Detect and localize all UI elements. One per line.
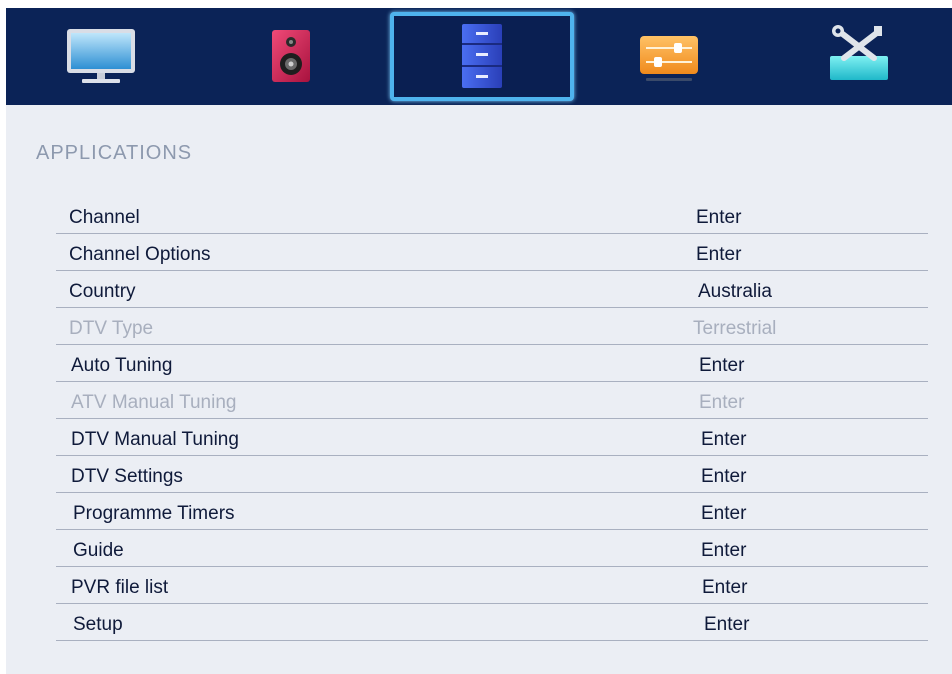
sliders-icon [636,26,702,88]
menu-item-value: Enter [699,355,745,376]
menu-panel: APPLICATIONS Channel Enter Channel Optio… [6,105,952,674]
menu-item-channel[interactable]: Channel Enter [56,197,928,234]
tab-settings[interactable] [574,8,764,105]
speaker-icon [268,26,314,88]
menu-item-label: PVR file list [71,577,169,598]
cabinet-drawers-icon [454,22,510,92]
menu-item-label: Guide [73,540,124,561]
menu-item-value: Terrestrial [693,318,777,339]
menu-item-label: DTV Type [69,318,154,339]
tools-icon [824,22,894,92]
menu-item-label: Auto Tuning [71,355,173,376]
menu-item-programme-timers[interactable]: Programme Timers Enter [56,493,928,530]
menu-item-value: Enter [701,429,747,450]
tab-sound[interactable] [196,8,386,105]
category-tab-bar [6,8,952,105]
page-title: APPLICATIONS [36,142,193,164]
menu-item-dtv-settings[interactable]: DTV Settings Enter [56,456,928,493]
menu-item-label: DTV Settings [71,466,183,487]
menu-item-label: Setup [73,614,123,635]
tab-applications[interactable] [390,12,574,101]
menu-item-atv-manual-tuning: ATV Manual Tuning Enter [56,382,928,419]
tab-picture[interactable] [6,8,196,105]
menu-item-value: Enter [704,614,750,635]
menu-item-label: Channel Options [69,244,211,265]
menu-item-auto-tuning[interactable]: Auto Tuning Enter [56,345,928,382]
menu-item-value: Enter [701,540,747,561]
menu-item-label: Country [69,281,136,302]
menu-item-value: Enter [701,466,747,487]
menu-item-label: ATV Manual Tuning [71,392,237,413]
menu-item-value: Enter [696,207,742,228]
menu-item-setup[interactable]: Setup Enter [56,604,928,641]
tab-tools[interactable] [764,8,952,105]
menu-item-country[interactable]: Country Australia [56,271,928,308]
menu-item-value: Australia [698,281,772,302]
tv-monitor-icon [64,26,138,88]
menu-item-label: Programme Timers [73,503,235,524]
menu-item-label: DTV Manual Tuning [71,429,239,450]
menu-item-channel-options[interactable]: Channel Options Enter [56,234,928,271]
menu-item-guide[interactable]: Guide Enter [56,530,928,567]
menu-item-dtv-manual-tuning[interactable]: DTV Manual Tuning Enter [56,419,928,456]
menu-item-label: Channel [69,207,140,228]
menu-item-pvr-file-list[interactable]: PVR file list Enter [56,567,928,604]
menu-item-value: Enter [702,577,748,598]
menu-item-value: Enter [696,244,742,265]
menu-item-dtv-type: DTV Type Terrestrial [56,308,928,345]
menu-item-value: Enter [701,503,747,524]
menu-item-value: Enter [699,392,745,413]
